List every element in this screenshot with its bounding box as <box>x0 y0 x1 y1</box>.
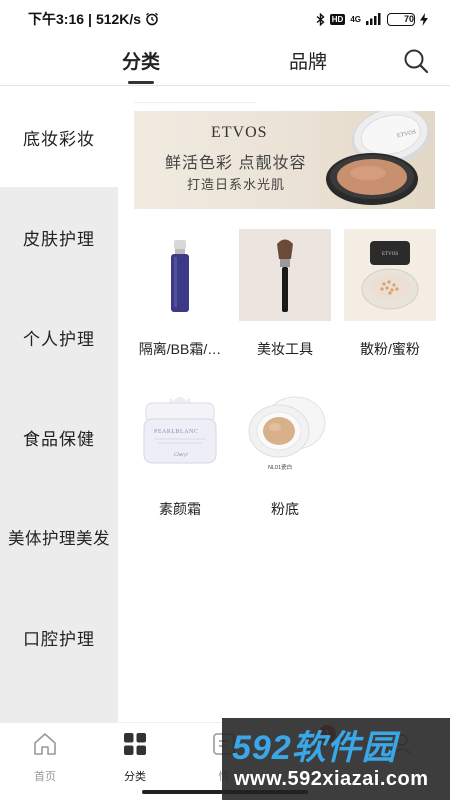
sidebar-item-label: 底妆彩妆 <box>23 129 95 149</box>
status-time: 下午3:16 <box>28 11 85 27</box>
tab-brand[interactable]: 品牌 <box>289 47 327 74</box>
sidebar-item-personal-care[interactable]: 个人护理 <box>0 287 118 387</box>
hd-badge: HD <box>329 13 346 25</box>
banner-headline: 鲜活色彩 点靓妆容 <box>165 155 307 172</box>
battery-indicator: 70 <box>387 12 415 26</box>
jar-lid-text: ETVOS <box>382 252 398 257</box>
sidebar-item-label: 美体护理美发 <box>8 530 110 548</box>
category-content: ETVOS 鲜活色彩 点靓妆容 打造日系水光肌 ETVOS 隔离/BB霜/… 美… <box>118 87 450 722</box>
banner-brand: ETVOS <box>211 124 268 141</box>
tab-category[interactable]: 分类 <box>122 47 160 74</box>
serum-bottle-image <box>171 240 189 312</box>
product-category-primer-bb[interactable]: 隔离/BB霜/… <box>134 229 226 359</box>
product-category-label: 隔离/BB霜/… <box>138 341 222 357</box>
sidebar-item-body-hair-care[interactable]: 美体护理美发 <box>0 487 118 587</box>
status-bar: 下午3:16 | 512K/s HD 4G 70 <box>0 0 450 38</box>
cream-jar-image: PEARLBLANC Cheryl <box>143 397 217 464</box>
product-thumbnail <box>239 229 331 321</box>
jar-subtext: Cheryl <box>174 453 188 458</box>
product-category-label: 粉底 <box>271 501 299 517</box>
powder-compact-image: ETVOS <box>326 111 431 205</box>
product-thumbnail: PEARLBLANC Cheryl <box>134 389 226 481</box>
sidebar-item-label: 口腔护理 <box>23 629 95 649</box>
site-watermark: 592软件园 www.592xiazai.com <box>222 718 450 800</box>
network-type: 4G <box>350 14 361 24</box>
product-thumbnail: ETVOS <box>344 229 436 321</box>
sidebar-item-skincare[interactable]: 皮肤护理 <box>0 187 118 287</box>
product-category-foundation[interactable]: NL01瓷白 粉底 <box>239 389 331 519</box>
sidebar-item-label: 食品保健 <box>23 429 95 449</box>
product-category-label: 散粉/蜜粉 <box>360 341 420 357</box>
home-indicator[interactable] <box>142 790 308 794</box>
nav-label: 分类 <box>124 771 146 783</box>
search-icon[interactable] <box>402 47 430 75</box>
jar-brand-text: PEARLBLANC <box>154 429 198 435</box>
divider <box>134 102 256 103</box>
cushion-compact-image: NL01瓷白 <box>248 396 326 471</box>
cushion-shade-text: NL01瓷白 <box>268 463 292 471</box>
sidebar-item-health-food[interactable]: 食品保健 <box>0 387 118 487</box>
sidebar-item-makeup[interactable]: 底妆彩妆 <box>0 87 118 187</box>
sidebar-item-oral-care[interactable]: 口腔护理 <box>0 587 118 687</box>
watermark-logo: 592软件园 <box>232 729 397 767</box>
nav-category[interactable]: 分类 <box>105 731 165 784</box>
category-grid-icon <box>124 733 146 755</box>
charging-icon <box>420 12 428 26</box>
home-icon <box>34 733 56 755</box>
product-category-tone-up-cream[interactable]: PEARLBLANC Cheryl 素颜霜 <box>134 389 226 519</box>
makeup-brush-image <box>277 239 293 312</box>
product-category-label: 美妆工具 <box>257 341 313 357</box>
sidebar-item-label: 个人护理 <box>23 329 95 349</box>
top-header: 分类 品牌 <box>0 38 450 86</box>
signal-icon <box>366 13 381 25</box>
nav-label: 首页 <box>34 771 56 783</box>
product-thumbnail: NL01瓷白 <box>239 389 331 481</box>
loose-powder-jar-image: ETVOS <box>361 241 419 310</box>
product-category-label: 素颜霜 <box>159 501 201 517</box>
product-category-makeup-tools[interactable]: 美妆工具 <box>239 229 331 359</box>
nav-home[interactable]: 首页 <box>15 731 75 784</box>
bluetooth-icon <box>316 12 325 26</box>
promo-banner[interactable]: ETVOS 鲜活色彩 点靓妆容 打造日系水光肌 ETVOS <box>134 111 435 209</box>
product-category-loose-powder[interactable]: ETVOS 散粉/蜜粉 <box>344 229 436 359</box>
sidebar-item-label: 皮肤护理 <box>23 229 95 249</box>
banner-subheadline: 打造日系水光肌 <box>187 177 286 192</box>
battery-level: 70 <box>403 14 414 24</box>
alarm-icon <box>146 12 159 26</box>
app-screen: 下午3:16 | 512K/s HD 4G 70 分类 品牌 底妆彩妆 皮肤护理… <box>0 0 450 800</box>
watermark-url: www.592xiazai.com <box>234 768 429 790</box>
category-sidebar: 底妆彩妆 皮肤护理 个人护理 食品保健 美体护理美发 口腔护理 <box>0 87 118 722</box>
active-tab-indicator <box>128 81 154 84</box>
product-thumbnail <box>134 229 226 321</box>
status-speed: 512K/s <box>95 11 142 27</box>
